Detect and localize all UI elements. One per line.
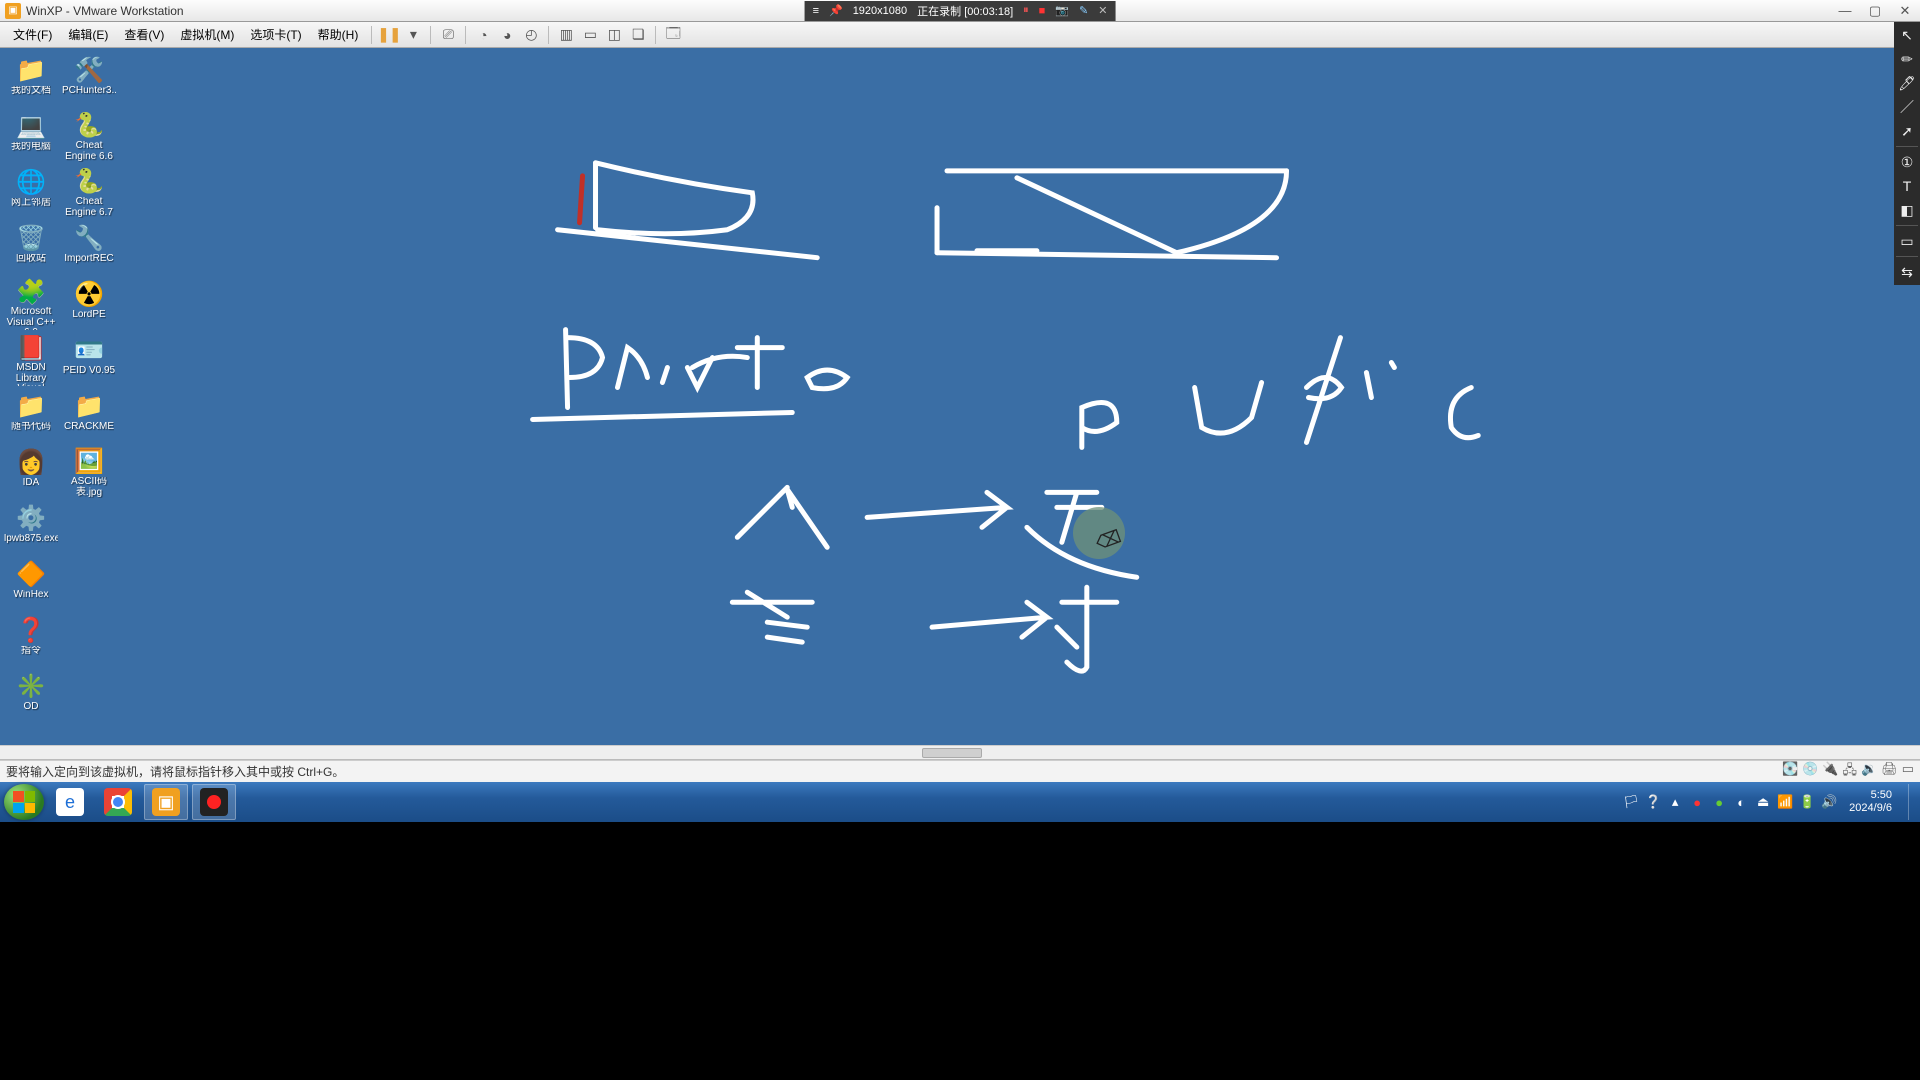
scrollbar-thumb[interactable]	[922, 748, 982, 758]
recorder-close-button[interactable]: ✕	[1098, 4, 1107, 17]
taskbar-clock[interactable]: 5:50 2024/9/6	[1843, 789, 1898, 815]
tray-record-icon[interactable]: ●	[1689, 794, 1705, 810]
separator	[430, 26, 431, 44]
taskbar-ie[interactable]: e	[48, 784, 92, 820]
vm-revert-icon[interactable]: ◕	[496, 24, 518, 46]
vmware-statusbar: 要将输入定向到该虚拟机，请将鼠标指针移入其中或按 Ctrl+G。 💽 💿 🔌 🖧…	[0, 760, 1920, 782]
vm-send-cad-icon[interactable]: ⎚	[437, 24, 459, 46]
menu-file[interactable]: 文件(F)	[6, 23, 59, 46]
titlebar: ▣ WinXP - VMware Workstation ≡ 📌 1920x10…	[0, 0, 1920, 22]
vm-fullscreen-icon[interactable]: ▭	[579, 24, 601, 46]
menu-view[interactable]: 查看(V)	[117, 23, 171, 46]
tray-volume-icon[interactable]: 🔊	[1821, 794, 1837, 810]
start-button[interactable]	[4, 784, 44, 820]
line-tool-icon[interactable]: ／	[1896, 98, 1918, 116]
pin-icon[interactable]: 📌	[829, 4, 843, 17]
expand-tool-icon[interactable]: ⇆	[1896, 263, 1918, 281]
highlighter-tool-icon[interactable]: 🖊	[1896, 74, 1918, 92]
recorder-screenshot-button[interactable]: 📷	[1055, 4, 1069, 17]
recorder-resolution: 1920x1080	[853, 5, 907, 17]
annotation-layer: ⌫	[0, 48, 1920, 745]
vm-pause-button[interactable]: ❚❚	[378, 24, 400, 46]
tray-app1-icon[interactable]: ●	[1711, 794, 1727, 810]
annotation-toolbar: ↖ ✏ 🖊 ／ ➚ ① T ◧ ▭ ⇆	[1894, 22, 1920, 285]
app-icon: ▣	[5, 3, 21, 19]
menu-icon[interactable]: ≡	[813, 5, 819, 17]
statusbar-hint: 要将输入定向到该虚拟机，请将鼠标指针移入其中或按 Ctrl+G。	[6, 763, 344, 780]
device-sound-icon[interactable]: 🔉	[1861, 761, 1877, 783]
tray-app2-icon[interactable]: ◐	[1733, 794, 1749, 810]
cursor-tool-icon[interactable]: ↖	[1896, 26, 1918, 44]
device-hdd-icon[interactable]: 💽	[1782, 761, 1798, 783]
vm-multimonitor-icon[interactable]: ❏	[627, 24, 649, 46]
tray-battery-icon[interactable]: 🔋	[1799, 794, 1815, 810]
menu-edit[interactable]: 编辑(E)	[61, 23, 115, 46]
recorder-status: 正在录制 [00:03:18]	[917, 3, 1013, 19]
close-button[interactable]: ✕	[1890, 1, 1920, 21]
system-tray: 🏳 ❔ ▴ ● ● ◐ ⏏ 📶 🔋 🔊 5:50 2024/9/6	[1623, 784, 1916, 820]
text-tool-icon[interactable]: T	[1896, 177, 1918, 195]
vmware-menubar: 文件(F) 编辑(E) 查看(V) 虚拟机(M) 选项卡(T) 帮助(H) ❚❚…	[0, 22, 1920, 48]
clock-time: 5:50	[1849, 789, 1892, 802]
show-desktop-button[interactable]	[1908, 784, 1916, 820]
tray-safe-remove-icon[interactable]: ⏏	[1755, 794, 1771, 810]
recorder-annotate-button[interactable]: ✎	[1079, 4, 1088, 17]
number-tool-icon[interactable]: ①	[1896, 153, 1918, 171]
minimize-button[interactable]: —	[1830, 1, 1860, 21]
vm-fit-window-icon[interactable]: ▥	[555, 24, 577, 46]
menu-tabs[interactable]: 选项卡(T)	[243, 23, 308, 46]
toolbar-separator	[1896, 256, 1918, 257]
tray-help-icon[interactable]: ❔	[1645, 794, 1661, 810]
separator	[655, 26, 656, 44]
vm-manage-snapshots-icon[interactable]: ◴	[520, 24, 542, 46]
toolbar-separator	[1896, 225, 1918, 226]
vm-snapshot-icon[interactable]: ◔	[472, 24, 494, 46]
host-taskbar: e ▣ 🏳 ❔ ▴ ● ● ◐ ⏏ 📶 🔋 🔊 5:50 2024/9/6	[0, 782, 1920, 822]
tray-action-center-icon[interactable]: 🏳	[1623, 794, 1639, 810]
taskbar-recorder[interactable]	[192, 784, 236, 820]
recorder-pause-button[interactable]: ⏸	[1023, 4, 1029, 17]
vm-unity-icon[interactable]: ◫	[603, 24, 625, 46]
menu-help[interactable]: 帮助(H)	[311, 23, 366, 46]
arrow-tool-icon[interactable]: ➚	[1896, 122, 1918, 140]
device-cd-icon[interactable]: 💿	[1802, 761, 1818, 783]
toolbar-separator	[1896, 146, 1918, 147]
device-display-icon[interactable]: ▭	[1902, 761, 1914, 783]
device-net-icon[interactable]: 🔌	[1822, 761, 1838, 783]
window-title: WinXP - VMware Workstation	[26, 4, 184, 18]
device-printer-icon[interactable]: 🖨	[1881, 761, 1898, 783]
device-usb-icon[interactable]: 🖧	[1843, 761, 1858, 783]
eraser-tool-icon[interactable]: ◧	[1896, 201, 1918, 219]
whiteboard-tool-icon[interactable]: ▭	[1896, 232, 1918, 250]
guest-viewport: 📁我的文档💻我的电脑🌐网上邻居🗑️回收站🧩Microsoft Visual C+…	[0, 48, 1920, 760]
separator	[548, 26, 549, 44]
tray-network-icon[interactable]: 📶	[1777, 794, 1793, 810]
taskbar-vmware[interactable]: ▣	[144, 784, 188, 820]
taskbar-chrome[interactable]	[96, 784, 140, 820]
screen-recorder-bar: ≡ 📌 1920x1080 正在录制 [00:03:18] ⏸ ■ 📷 ✎ ✕	[805, 1, 1116, 21]
menu-vm[interactable]: 虚拟机(M)	[173, 23, 241, 46]
separator	[465, 26, 466, 44]
clock-date: 2024/9/6	[1849, 802, 1892, 815]
tray-chevron-up-icon[interactable]: ▴	[1667, 794, 1683, 810]
horizontal-scrollbar[interactable]	[0, 745, 1920, 759]
vm-library-icon[interactable]: 🗔	[662, 24, 684, 46]
guest-desktop[interactable]: 📁我的文档💻我的电脑🌐网上邻居🗑️回收站🧩Microsoft Visual C+…	[0, 48, 1920, 745]
pen-tool-icon[interactable]: ✏	[1896, 50, 1918, 68]
window-controls: — ▢ ✕	[1830, 1, 1920, 21]
separator	[371, 26, 372, 44]
maximize-button[interactable]: ▢	[1860, 1, 1890, 21]
vm-power-dropdown[interactable]: ▾	[402, 24, 424, 46]
recorder-stop-button[interactable]: ■	[1039, 5, 1046, 17]
vm-device-tray: 💽 💿 🔌 🖧 🔉 🖨 ▭	[1782, 761, 1914, 783]
